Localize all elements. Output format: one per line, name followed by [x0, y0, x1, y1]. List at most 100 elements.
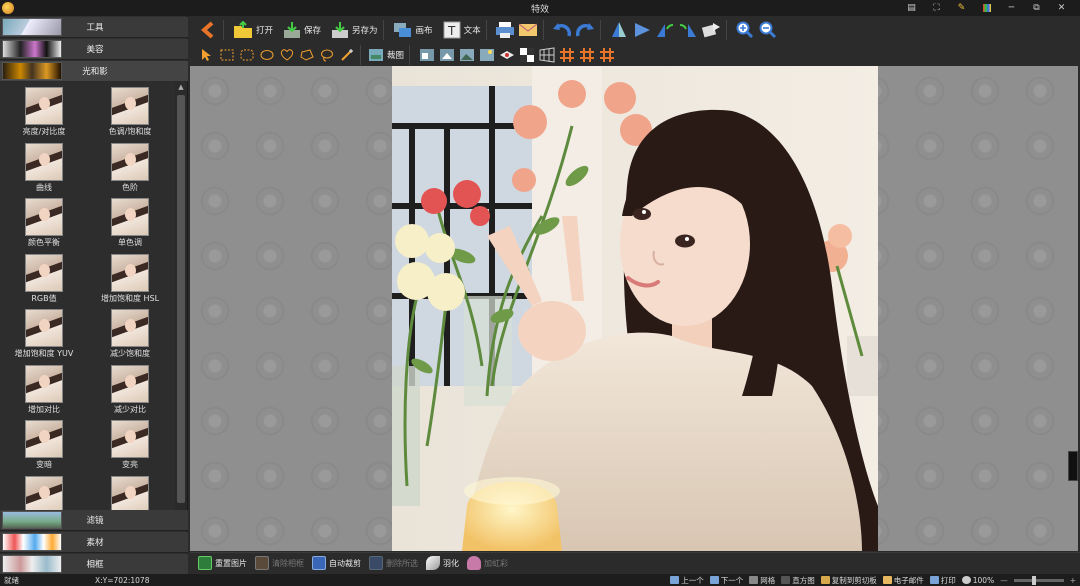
transform-icon[interactable]	[701, 20, 721, 40]
filter-item[interactable]: 减少对比	[86, 363, 174, 419]
heart-frame-button[interactable]: 加虹彩	[467, 556, 508, 570]
print-label: 打印	[940, 575, 956, 585]
pencil-icon[interactable]: ✎	[949, 0, 974, 16]
filter-item[interactable]: 色阶	[86, 141, 174, 197]
grid-hash-icon[interactable]	[558, 47, 575, 64]
filter-item[interactable]: 增加饱和度 YUV	[0, 307, 88, 363]
filter-item[interactable]: 变暗	[0, 418, 88, 474]
open-button[interactable]: 打开	[233, 18, 273, 42]
filter-item[interactable]: RGB值	[0, 252, 88, 308]
filter-label: 曲线	[36, 182, 52, 192]
scroll-up-icon[interactable]: ▲	[175, 81, 187, 93]
gallery-scrollbar[interactable]: ▲ ▼	[175, 81, 187, 525]
print-icon[interactable]	[495, 20, 515, 40]
feather-button[interactable]: 羽化	[426, 556, 459, 570]
back-arrow-icon[interactable]	[198, 20, 218, 40]
zoom-out-icon[interactable]	[758, 20, 778, 40]
heart-icon	[467, 556, 481, 570]
restore-icon[interactable]: ⧉	[1024, 0, 1049, 16]
filter-label: 色阶	[122, 182, 138, 192]
email-icon[interactable]	[518, 20, 538, 40]
crop-button[interactable]: 裁图	[368, 43, 404, 67]
category-filters[interactable]: 滤镜	[0, 510, 188, 531]
category-frames[interactable]: 相框	[0, 554, 188, 575]
grid-hash-icon-2[interactable]	[578, 47, 595, 64]
save-as-button[interactable]: 另存为	[331, 18, 378, 42]
side-panel-toggle[interactable]	[1068, 451, 1078, 481]
minimize-icon[interactable]: ─	[999, 0, 1024, 16]
zoom-out-minus-icon[interactable]: —	[1000, 576, 1008, 585]
photo-image[interactable]	[392, 66, 878, 551]
filter-item[interactable]: 亮度/对比度	[0, 85, 88, 141]
auto-crop-button[interactable]: 自动裁剪	[312, 556, 361, 570]
image-enhance-icon[interactable]	[478, 47, 495, 64]
category-thumb-icon	[2, 511, 62, 529]
perspective-icon[interactable]	[538, 47, 555, 64]
delete-selection-button[interactable]: 删除所选	[369, 556, 418, 570]
category-light-shadow[interactable]: 光和影	[0, 61, 188, 82]
canvas-size-icon[interactable]	[438, 47, 455, 64]
filter-item[interactable]: 单色调	[86, 196, 174, 252]
histogram-button[interactable]: 直方图	[781, 575, 815, 586]
histogram-icon	[781, 576, 791, 584]
filter-item[interactable]: 色调/饱和度	[86, 85, 174, 141]
selection-toolbar: 裁图	[190, 44, 1080, 66]
pointer-icon[interactable]	[198, 47, 215, 64]
lasso-icon[interactable]	[318, 47, 335, 64]
save-button[interactable]: 保存	[283, 18, 321, 42]
polygon-select-icon[interactable]	[298, 47, 315, 64]
mosaic-icon[interactable]	[518, 47, 535, 64]
red-eye-icon[interactable]	[498, 47, 515, 64]
print-button[interactable]: 打印	[929, 575, 956, 586]
filter-label: RGB值	[31, 293, 57, 303]
heart-select-icon[interactable]	[278, 47, 295, 64]
filter-preview-thumbnail	[111, 475, 149, 514]
grid-hash-icon-3[interactable]	[598, 47, 615, 64]
rotate-left-icon[interactable]	[655, 20, 675, 40]
ellipse-select-icon[interactable]	[258, 47, 275, 64]
image-adjust-icon[interactable]	[458, 47, 475, 64]
category-materials[interactable]: 素材	[0, 532, 188, 553]
canvas-label: 画布	[415, 26, 433, 36]
filter-item[interactable]: 增加饱和度 HSL	[86, 252, 174, 308]
zoom-slider[interactable]	[1013, 575, 1064, 585]
open-label: 打开	[256, 26, 274, 36]
email-button[interactable]: 电子邮件	[882, 575, 924, 586]
reset-image-button[interactable]: 重置图片	[198, 556, 247, 570]
undo-icon[interactable]	[552, 20, 572, 40]
grid-button[interactable]: 网格	[749, 575, 775, 586]
filter-preview-thumbnail	[25, 309, 63, 347]
rounded-select-icon[interactable]	[238, 47, 255, 64]
filter-item[interactable]: 曲线	[0, 141, 88, 197]
zoom-in-plus-icon[interactable]: +	[1070, 576, 1076, 585]
redo-icon[interactable]	[575, 20, 595, 40]
rotate-right-icon[interactable]	[678, 20, 698, 40]
flip-horizontal-icon[interactable]	[632, 20, 652, 40]
resize-icon[interactable]	[418, 47, 435, 64]
filter-item[interactable]: 减少饱和度	[86, 307, 174, 363]
copy-clipboard-button[interactable]: 复制到剪切板	[820, 575, 877, 586]
zoom-in-icon[interactable]	[735, 20, 755, 40]
file-icon[interactable]: ▤	[899, 0, 924, 16]
palette-icon[interactable]	[974, 0, 999, 16]
fullscreen-icon[interactable]: ⛶	[924, 0, 949, 16]
canvas-button[interactable]: 画布	[393, 18, 433, 42]
grid-icon	[749, 576, 759, 584]
clear-frame-button[interactable]: 清除相框	[255, 556, 304, 570]
close-icon[interactable]: ✕	[1049, 0, 1074, 16]
category-beauty[interactable]: 美容	[0, 39, 188, 60]
flip-vertical-icon[interactable]	[609, 20, 629, 40]
crop-icon	[369, 49, 383, 61]
next-button[interactable]: 下一个	[709, 575, 743, 586]
filter-item[interactable]: 增加对比	[0, 363, 88, 419]
magic-wand-icon[interactable]	[338, 47, 355, 64]
filter-item[interactable]: 颜色平衡	[0, 196, 88, 252]
image-canvas[interactable]	[190, 66, 1078, 551]
scroll-thumb[interactable]	[177, 95, 185, 503]
prev-button[interactable]: 上一个	[670, 575, 704, 586]
category-tools[interactable]: 工具	[0, 17, 188, 38]
filter-item[interactable]: 变亮	[86, 418, 174, 474]
text-button[interactable]: T 文本	[443, 18, 481, 42]
mail-icon	[882, 576, 892, 584]
rect-select-icon[interactable]	[218, 47, 235, 64]
